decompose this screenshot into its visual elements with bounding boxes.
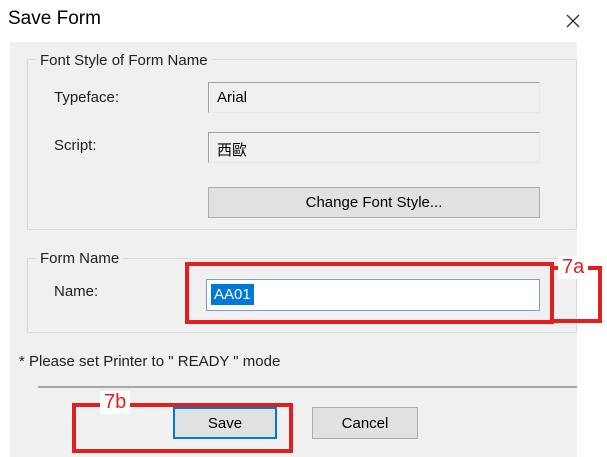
name-label: Name: [54, 283, 99, 300]
annotation-label-7b: 7b [100, 391, 131, 414]
annotation-label-7a: 7a [558, 256, 589, 279]
annotation-box-7a [185, 262, 554, 324]
typeface-value: Arial [217, 89, 248, 106]
typeface-label: Typeface: [54, 89, 120, 106]
window-edge [577, 42, 607, 457]
script-value: 西歐 [217, 142, 248, 159]
title-bar: Save Form [0, 0, 607, 42]
font-style-group-title: Font Style of Form Name [36, 52, 212, 69]
script-field: 西歐 [208, 132, 540, 163]
typeface-field: Arial [208, 82, 540, 113]
script-label: Script: [54, 137, 97, 154]
divider [38, 386, 577, 388]
dialog-body: Font Style of Form Name Typeface: Arial … [10, 42, 577, 457]
dialog-title: Save Form [8, 8, 101, 29]
cancel-button[interactable]: Cancel [312, 407, 418, 439]
form-name-group-title: Form Name [36, 250, 124, 267]
annotation-line-7a-bottom [554, 319, 602, 323]
save-form-dialog: Save Form Font Style of Form Name Typefa… [0, 0, 607, 457]
printer-note: * Please set Printer to " READY " mode [19, 353, 281, 370]
close-icon[interactable] [563, 11, 583, 31]
annotation-line-7a-right [598, 266, 602, 323]
window-edge [0, 42, 10, 457]
change-font-style-button[interactable]: Change Font Style... [208, 187, 540, 218]
